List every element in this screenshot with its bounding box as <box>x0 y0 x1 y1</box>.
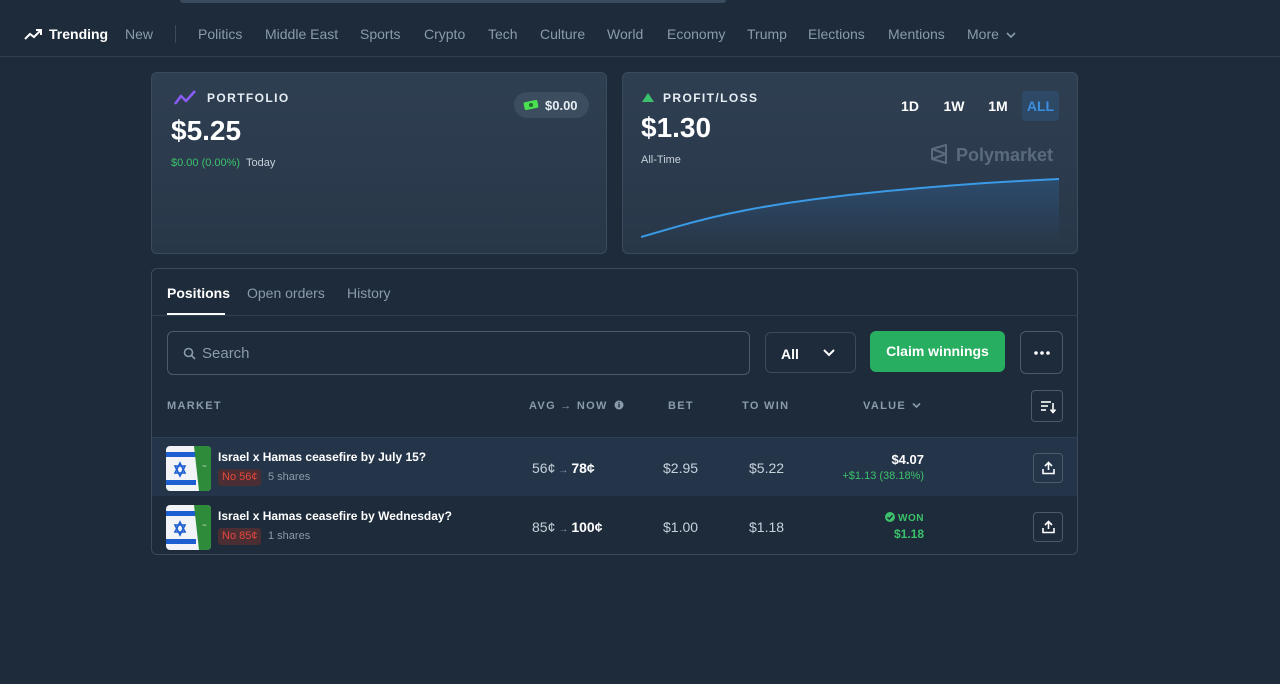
polymarket-brand: Polymarket <box>956 145 1054 165</box>
table-row[interactable]: ~ Israel x Hamas ceasefire by Wednesday?… <box>152 497 1077 554</box>
position-shares: 5 shares <box>268 471 311 483</box>
bet-cell: $1.00 <box>663 519 699 535</box>
triangle-up-icon <box>642 93 654 102</box>
profit-loss-card: PROFIT/LOSS $1.30 All-Time 1D 1W 1M ALL … <box>622 72 1078 254</box>
portfolio-card: PORTFOLIO $5.25 $0.00 (0.00%) Today $0.0… <box>151 72 607 254</box>
sort-button[interactable] <box>1031 390 1063 422</box>
nav-trending[interactable]: Trending <box>49 26 108 42</box>
portfolio-change: $0.00 (0.00%) <box>171 157 241 169</box>
nav-culture[interactable]: Culture <box>540 26 585 42</box>
range-all-button[interactable]: ALL <box>1022 91 1059 121</box>
nav-divider <box>175 25 176 43</box>
nav-economy[interactable]: Economy <box>667 26 725 42</box>
avg-now-cell: 85¢ → 100¢ <box>532 519 603 535</box>
range-1m-button[interactable]: 1M <box>981 91 1015 121</box>
cash-balance-pill[interactable]: $0.00 <box>514 92 589 118</box>
polymarket-logo-icon <box>931 144 947 164</box>
filter-value: All <box>781 346 799 362</box>
chevron-down-icon <box>1006 32 1016 39</box>
nav-politics[interactable]: Politics <box>198 26 242 42</box>
cash-icon <box>523 99 539 111</box>
nav-new[interactable]: New <box>125 26 153 42</box>
col-bet: BET <box>668 400 694 412</box>
svg-text:~: ~ <box>202 463 207 470</box>
nav-more[interactable]: More <box>967 26 1016 42</box>
search-placeholder: Search <box>202 345 250 362</box>
market-thumbnail: ~ <box>166 505 211 550</box>
col-avg-now[interactable]: AVG → NOW <box>529 400 624 412</box>
filter-select[interactable]: All <box>765 332 856 373</box>
pnl-value: $1.30 <box>641 112 712 143</box>
avg-now-cell: 56¢ → 78¢ <box>532 460 595 476</box>
portfolio-trend-icon <box>174 90 196 105</box>
israel-flag-icon: ~ <box>166 505 211 550</box>
market-thumbnail: ~ <box>166 446 211 491</box>
to-win-cell: $5.22 <box>749 460 785 476</box>
claim-winnings-button[interactable]: Claim winnings <box>870 331 1005 372</box>
table-row[interactable]: ~ Israel x Hamas ceasefire by July 15? N… <box>152 437 1077 496</box>
cash-value: $0.00 <box>545 98 578 113</box>
share-icon <box>1042 520 1055 534</box>
check-circle-icon <box>885 512 896 522</box>
to-win-cell: $1.18 <box>749 519 785 535</box>
israel-flag-icon: ~ <box>166 446 211 491</box>
market-title[interactable]: Israel x Hamas ceasefire by July 15? <box>218 450 426 464</box>
more-options-button[interactable] <box>1020 331 1063 374</box>
portfolio-value: $5.25 <box>171 115 242 146</box>
market-title[interactable]: Israel x Hamas ceasefire by Wednesday? <box>218 509 452 523</box>
category-nav: Trending New Politics Middle East Sports… <box>0 0 1280 57</box>
range-1w-button[interactable]: 1W <box>937 91 971 121</box>
position-side-badge: No 56¢ <box>218 469 262 486</box>
chevron-down-icon <box>823 349 835 357</box>
nav-trump[interactable]: Trump <box>747 26 787 42</box>
more-horizontal-icon <box>1034 351 1050 355</box>
value-cell: $1.18 <box>893 527 924 541</box>
share-icon <box>1042 461 1055 475</box>
col-to-win: TO WIN <box>742 400 790 412</box>
search-input[interactable]: Search <box>167 331 750 375</box>
tab-history[interactable]: History <box>347 285 391 301</box>
tab-divider <box>152 315 1077 316</box>
pnl-chart <box>641 178 1060 243</box>
pnl-period: All-Time <box>641 154 681 166</box>
sort-icon <box>1041 401 1056 414</box>
col-market: MARKET <box>167 400 222 412</box>
search-icon <box>183 347 196 360</box>
share-button[interactable] <box>1033 453 1063 483</box>
value-change: +$1.13 (38.18%) <box>842 470 924 482</box>
nav-world[interactable]: World <box>607 26 643 42</box>
nav-mentions[interactable]: Mentions <box>888 26 945 42</box>
nav-middle-east[interactable]: Middle East <box>265 26 338 42</box>
share-button[interactable] <box>1033 512 1063 542</box>
portfolio-change-period: Today <box>246 157 276 169</box>
tab-positions[interactable]: Positions <box>167 285 230 301</box>
value-cell: $4.07 <box>891 452 924 467</box>
nav-tech[interactable]: Tech <box>488 26 518 42</box>
nav-elections[interactable]: Elections <box>808 26 865 42</box>
col-value[interactable]: VALUE <box>863 400 921 412</box>
tab-open-orders[interactable]: Open orders <box>247 285 325 301</box>
position-shares: 1 shares <box>268 530 311 542</box>
pnl-label: PROFIT/LOSS <box>663 91 759 105</box>
range-1d-button[interactable]: 1D <box>895 91 925 121</box>
chevron-down-icon <box>912 402 921 409</box>
portfolio-label: PORTFOLIO <box>207 91 290 105</box>
won-status: WON <box>885 512 924 524</box>
svg-text:~: ~ <box>202 522 207 529</box>
pnl-chart-area <box>641 179 1059 243</box>
position-side-badge: No 85¢ <box>218 528 262 545</box>
info-icon[interactable] <box>614 400 624 410</box>
nav-sports[interactable]: Sports <box>360 26 400 42</box>
trending-icon <box>24 29 42 40</box>
bet-cell: $2.95 <box>663 460 699 476</box>
positions-panel: Positions Open orders History Search All… <box>151 268 1078 555</box>
nav-crypto[interactable]: Crypto <box>424 26 465 42</box>
